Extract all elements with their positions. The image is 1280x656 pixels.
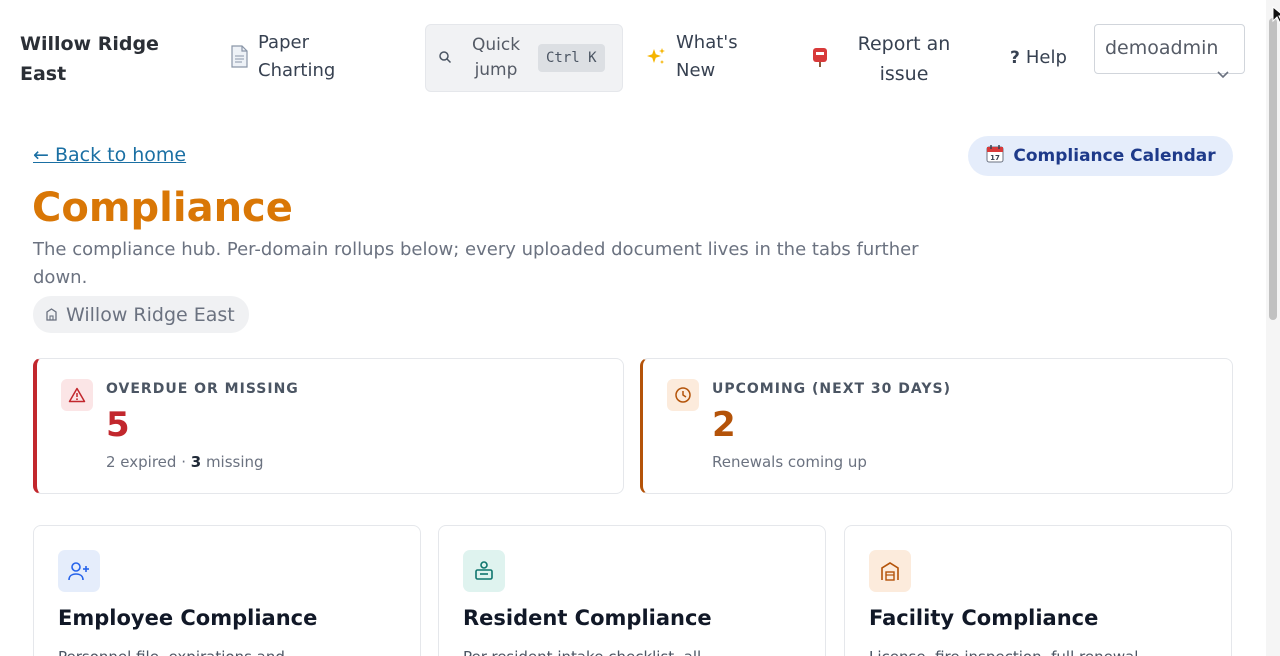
help-icon: ? [1010,48,1020,68]
clock-icon [667,379,699,411]
missing-count: 3 [190,453,202,471]
resident-compliance-desc: Per-resident intake checklist, all... [463,648,716,656]
facility-name: Willow Ridge East [66,303,235,326]
overdue-stat-card[interactable]: OVERDUE OR MISSING 5 2 expired · 3 missi… [33,358,624,494]
back-to-home-link[interactable]: ← Back to home [33,144,186,166]
employee-compliance-desc: Personnel file, expirations and... [58,648,299,656]
facility-compliance-card[interactable]: Facility Compliance License, fire inspec… [844,525,1232,656]
overdue-breakdown: 2 expired · 3 missing [106,453,264,471]
chevron-down-icon[interactable] [1215,66,1231,85]
expired-text: 2 expired · [106,453,191,471]
quick-jump-shortcut: Ctrl K [538,44,605,72]
warehouse-icon [869,550,911,592]
nav-paper-charting-label: Paper Charting [258,32,336,81]
search-icon [438,49,452,68]
overdue-count: 5 [106,405,130,445]
compliance-calendar-button[interactable]: 17 Compliance Calendar [968,136,1233,176]
mailbox-icon [810,46,830,72]
quick-jump-label: Quick jump [472,35,521,80]
sparkles-icon [645,46,667,85]
employee-compliance-card[interactable]: Employee Compliance Personnel file, expi… [33,525,421,656]
nav-help[interactable]: ? Help [1010,44,1067,72]
resident-compliance-title: Resident Compliance [463,606,712,630]
missing-text: missing [201,453,264,471]
warning-icon [61,379,93,411]
nav-help-label: Help [1025,47,1067,68]
page-subtitle: The compliance hub. Per-domain rollups b… [33,239,919,288]
top-nav: Willow Ridge East Paper Charting Quick j… [0,0,1280,115]
brand-name[interactable]: Willow Ridge East [20,29,190,89]
user-plus-icon [58,550,100,592]
upcoming-stat-card[interactable]: UPCOMING (NEXT 30 DAYS) 2 Renewals comin… [640,358,1233,494]
quick-jump-button[interactable]: Quick jump Ctrl K [425,24,623,92]
nav-whats-new-label: What's New [676,32,738,81]
nav-report-issue-label: Report an issue [857,33,951,85]
resident-compliance-card[interactable]: Resident Compliance Per-resident intake … [438,525,826,656]
resident-bed-icon [463,550,505,592]
overdue-label: OVERDUE OR MISSING [106,381,299,397]
employee-compliance-title: Employee Compliance [58,606,318,630]
nav-paper-charting[interactable]: Paper Charting [228,29,348,85]
facility-compliance-title: Facility Compliance [869,606,1099,630]
svg-text:17: 17 [991,154,1001,162]
document-icon [228,45,250,73]
upcoming-count: 2 [712,405,736,445]
nav-whats-new[interactable]: What's New [645,29,746,85]
nav-report-issue[interactable]: Report an issue [810,29,964,89]
calendar-icon: 17 [985,144,1005,169]
facility-chip: Willow Ridge East [33,296,249,333]
upcoming-note: Renewals coming up [712,453,867,471]
page-scrollbar[interactable] [1266,0,1280,656]
upcoming-label: UPCOMING (NEXT 30 DAYS) [712,381,952,397]
building-icon [45,304,58,326]
facility-compliance-desc: License, fire inspection, full renewal..… [869,648,1153,656]
scrollbar-thumb[interactable] [1269,18,1277,320]
page-title: Compliance [32,185,293,231]
compliance-calendar-label: Compliance Calendar [1013,146,1216,166]
mouse-cursor-icon [1272,5,1280,28]
